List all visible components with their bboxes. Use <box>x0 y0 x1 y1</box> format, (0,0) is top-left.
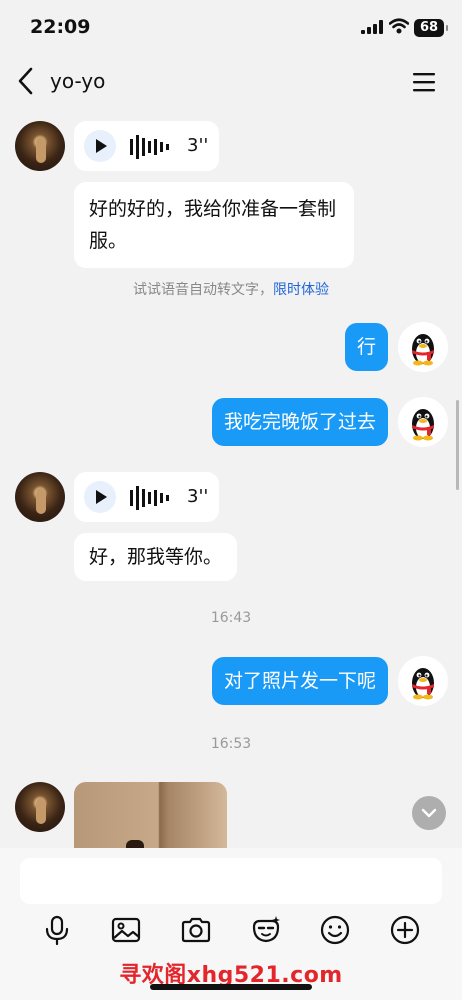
qq-penguin-avatar[interactable] <box>398 322 448 372</box>
time-separator: 16:53 <box>210 736 252 752</box>
qq-penguin-avatar[interactable] <box>398 397 448 447</box>
chat-header: yo-yo <box>0 56 462 108</box>
message-bubble[interactable]: 对了照片发一下呢 <box>211 657 388 705</box>
mic-icon[interactable] <box>41 914 73 946</box>
scrollbar[interactable] <box>456 400 459 490</box>
menu-icon[interactable] <box>412 71 436 93</box>
chat-title[interactable]: yo-yo <box>50 69 105 93</box>
scroll-down-button[interactable] <box>412 796 446 830</box>
voice-to-text-tip: 试试语音自动转文字，限时体验 <box>0 279 462 299</box>
voice-message[interactable]: 3'' <box>74 472 219 522</box>
status-time: 22:09 <box>30 16 91 38</box>
voice-message[interactable]: 3'' <box>74 121 219 171</box>
voice-duration: 3'' <box>187 486 209 507</box>
sticker-icon[interactable] <box>250 914 282 946</box>
image-message[interactable] <box>74 782 227 850</box>
tip-link[interactable]: 限时体验 <box>273 282 329 298</box>
message-bubble[interactable]: 行 <box>344 323 388 371</box>
message-bubble[interactable]: 好的好的，我给你准备一套制服。 <box>74 182 354 268</box>
message-input[interactable] <box>20 858 442 904</box>
home-indicator[interactable] <box>150 984 312 990</box>
battery-indicator: 68 <box>414 19 448 37</box>
camera-icon[interactable] <box>180 914 212 946</box>
message-bubble[interactable]: 我吃完晚饭了过去 <box>211 398 388 446</box>
image-icon[interactable] <box>110 914 142 946</box>
qq-penguin-avatar[interactable] <box>398 656 448 706</box>
contact-avatar[interactable] <box>15 782 65 832</box>
message-bubble[interactable]: 好，那我等你。 <box>74 533 238 581</box>
scroll-down-icon <box>421 808 437 818</box>
play-icon[interactable] <box>84 130 116 162</box>
play-icon[interactable] <box>84 481 116 513</box>
emoji-icon[interactable] <box>319 914 351 946</box>
contact-avatar[interactable] <box>15 472 65 522</box>
tip-text: 试试语音自动转文字， <box>133 282 273 298</box>
plus-icon[interactable] <box>389 914 421 946</box>
wifi-icon <box>389 18 409 34</box>
voice-wave-icon <box>130 486 169 510</box>
input-panel: 寻欢阁xhg521.com <box>0 848 462 1000</box>
time-separator: 16:43 <box>210 610 252 626</box>
back-icon[interactable] <box>14 66 38 96</box>
voice-duration: 3'' <box>187 135 209 156</box>
status-bar: 22:09 68 <box>0 0 462 56</box>
voice-wave-icon <box>130 135 169 159</box>
signal-icon <box>361 20 383 34</box>
contact-avatar[interactable] <box>15 121 65 171</box>
